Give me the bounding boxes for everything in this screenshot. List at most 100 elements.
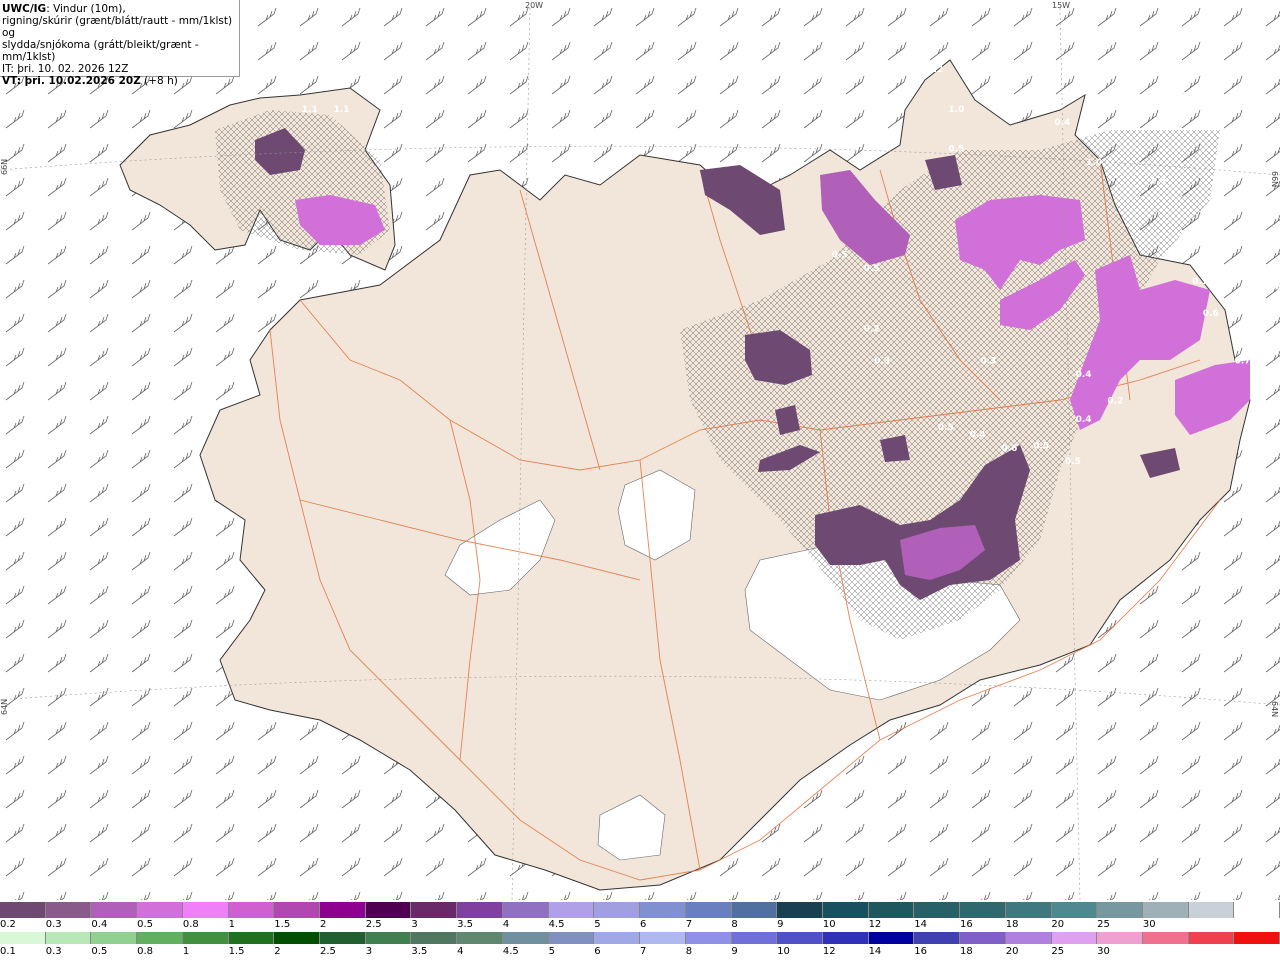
axis-label-20w: 20W [525, 1, 543, 10]
colorbar-snow-swatch [457, 902, 503, 918]
colorbar-snow-swatch [731, 902, 778, 918]
precip-value-label: 0.4 [1054, 118, 1070, 128]
precip-value-label: 1.1 [334, 105, 350, 115]
precip-value-label: 0.5 [948, 145, 964, 155]
colorbar-rain-swatch [685, 932, 732, 944]
precip-value-label: 0.4 [1076, 415, 1092, 425]
colorbar-legend: 0.2 0.3 0.4 0.5 0.8 1 1.5 2 2.5 3 3.5 4 4.5 5 6 7 8 9 10 12… [0, 900, 1280, 960]
colorbar-snow-swatch [411, 902, 458, 918]
precip-value-label: 0.9 [811, 70, 827, 80]
colorbar-rain-swatch [1234, 932, 1280, 944]
colorbar-rain-tick-label: 20 [1005, 946, 1019, 957]
colorbar-rain-tick-label: 18 [960, 946, 973, 957]
colorbar-rain-swatch [640, 932, 686, 944]
colorbar-rain-tick-label: 12 [822, 946, 836, 957]
colorbar-snow-swatch [914, 902, 961, 918]
colorbar-snow-tick-label: 10 [822, 919, 836, 930]
map-header: UWC/IG: Vindur (10m), rigning/skúrir (gr… [0, 0, 240, 87]
colorbar-rain-tick-label: 2.5 [320, 946, 336, 957]
colorbar-snow-swatch [822, 902, 869, 918]
header-line-2: rigning/skúrir (grænt/blátt/rautt - mm/1… [2, 15, 233, 39]
header-init-time: IT: þri. 10. 02. 2026 12Z [2, 63, 129, 75]
precip-value-label: 0.4 [1076, 370, 1092, 380]
colorbar-snow-tick-label: 1.5 [274, 919, 291, 930]
weather-map[interactable]: 20W 15W 66N 64N 66N 64N 1.0 1.1 1.1 0.8 0.9 1… [0, 0, 1280, 900]
colorbar-snow-tick-label: 4.5 [548, 919, 565, 930]
precip-value-label: 0.7 [1086, 118, 1102, 128]
colorbar-rain-tick-label: 5 [548, 946, 555, 957]
colorbar-rain-swatch [548, 932, 595, 944]
colorbar-rain-swatch [457, 932, 503, 944]
colorbar-rain-swatch [777, 932, 823, 944]
colorbar-snow-swatch [868, 902, 915, 918]
colorbar-snow-swatch [365, 902, 412, 918]
colorbar-rain-ticks: 0.1 0.3 0.5 0.8 1 1.5 2 2.5 3 3.5 4 4.5 5 6 7 8 9 10 12 14 1… [0, 946, 1280, 958]
axis-label-left-64n: 64N [0, 699, 9, 715]
colorbar-snow-swatch [502, 902, 549, 918]
precip-value-label: 0.6 [1203, 309, 1219, 319]
colorbar-rain-swatch [137, 932, 183, 944]
precip-value-label: 0.2 [1107, 396, 1123, 406]
colorbar-rain-tick-label: 10 [777, 946, 790, 957]
colorbar-rain-swatch [868, 932, 915, 944]
colorbar-snow-tick-label: 3 [411, 919, 418, 930]
colorbar-snow-swatch [1142, 902, 1189, 918]
precip-value-label: 0.5 [832, 251, 848, 261]
colorbar-rain-swatch [320, 932, 366, 944]
axis-label-left-66n: 66N [0, 159, 9, 175]
header-line-1: UWC/IG: Vindur (10m), [2, 3, 239, 15]
colorbar-snow-tick-label: 8 [731, 919, 738, 930]
header-line-3: slydda/snjókoma (grátt/bleikt/grænt - mm… [2, 39, 199, 63]
precip-value-label: 1.0 [1118, 92, 1134, 102]
colorbar-snow-swatch [91, 902, 138, 918]
colorbar-rain-swatch [731, 932, 778, 944]
precip-value-label: 1.0 [1171, 92, 1187, 102]
colorbar-snow-tick-label: 20 [1051, 919, 1065, 930]
colorbar-snow-tick-label: 4 [502, 919, 510, 930]
precip-value-label: 0.5 [938, 423, 954, 433]
header-variable: : Vindur (10m), [46, 3, 126, 15]
precip-value-label: 0.8 [779, 65, 795, 75]
colorbar-rain-swatch [411, 932, 458, 944]
colorbar-snow-tick-label: 0.2 [0, 919, 16, 930]
colorbar-rain-tick-label: 6 [594, 946, 601, 957]
colorbar-rain-swatch [960, 932, 1006, 944]
header-line-5: VT: þri. 10.02.2026 20Z (+8 h) [2, 75, 239, 87]
precip-value-label: 0.3 [980, 357, 996, 367]
colorbar-snow-swatch [1188, 902, 1235, 918]
precip-value-label: 0.3 [1044, 65, 1060, 75]
colorbar-snow-tick-label: 30 [1142, 919, 1156, 930]
colorbar-rain-swatch [182, 932, 229, 944]
colorbar-rain-tick-label: 8 [685, 946, 693, 957]
colorbar-snow-swatch [182, 902, 229, 918]
axis-label-right-64n: 64N [1270, 701, 1279, 717]
colorbar-rain-swatch [502, 932, 549, 944]
colorbar-rain-swatch [274, 932, 321, 944]
colorbar-snow-tick-label: 1 [228, 919, 235, 930]
colorbar-rain-tick-label: 2 [274, 946, 281, 957]
colorbar-rain [0, 932, 1280, 944]
precip-value-label: 0.7 [1235, 357, 1251, 367]
colorbar-snow-tick-label: 12 [868, 919, 882, 930]
colorbar-snow-tick-label: 2.5 [365, 919, 382, 930]
colorbar-rain-tick-label: 0.3 [45, 946, 62, 957]
colorbar-snow-tick-label: 6 [640, 919, 647, 930]
colorbar-rain-swatch [0, 932, 46, 944]
precip-value-label: 0.4 [970, 431, 986, 441]
colorbar-rain-tick-label: 25 [1051, 946, 1065, 957]
colorbar-snow-tick-label: 0.5 [137, 919, 154, 930]
colorbar-rain-tick-label: 4.5 [502, 946, 519, 957]
colorbar-snow-swatch [1234, 902, 1280, 918]
colorbar-snow-swatch [274, 902, 321, 918]
colorbar-snow-tick-label: 25 [1097, 919, 1110, 930]
precip-value-label: 0.7 [1192, 277, 1208, 287]
colorbar-snow-ticks: 0.2 0.3 0.4 0.5 0.8 1 1.5 2 2.5 3 3.5 4 4.5 5 6 7 8 9 10 12… [0, 919, 1280, 931]
axis-label-right-66n: 66N [1270, 171, 1279, 187]
colorbar-rain-swatch [1188, 932, 1235, 944]
precip-value-label: 1.2 [1213, 171, 1229, 181]
colorbar-snow-tick-label: 3.5 [457, 919, 474, 930]
axis-label-15w: 15W [1052, 1, 1070, 10]
colorbar-rain-swatch [914, 932, 961, 944]
colorbar-rain-tick-label: 3.5 [411, 946, 428, 957]
colorbar-snow-swatch [548, 902, 595, 918]
